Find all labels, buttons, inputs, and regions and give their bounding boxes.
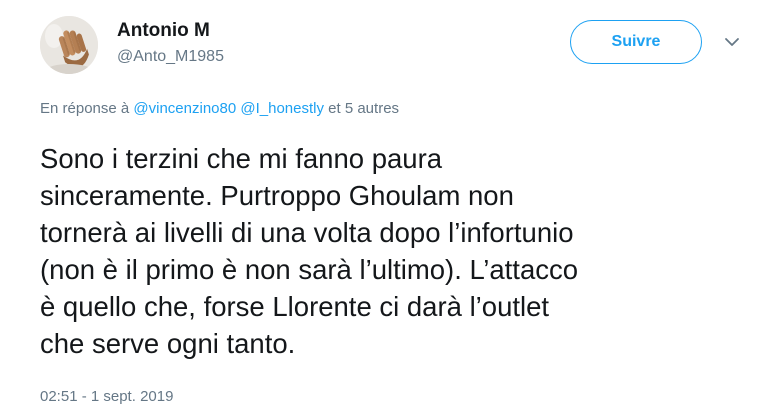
tweet-line: tornerà ai livelli di una volta dopo l’i… <box>40 217 574 248</box>
reply-prefix: En réponse à <box>40 100 130 117</box>
tweet-timestamp[interactable]: 02:51 - 1 sept. 2019 <box>40 388 173 405</box>
tweet-text: Sono i terzini che mi fanno paura sincer… <box>40 140 740 362</box>
author-name[interactable]: Antonio M <box>117 20 210 42</box>
tweet-line: (non è il primo è non sarà l’ultimo). L’… <box>40 254 579 285</box>
reply-others[interactable]: et 5 autres <box>328 100 399 117</box>
tweet-line: sinceramente. Purtroppo Ghoulam non <box>40 180 514 211</box>
mention-link[interactable]: @I_honestly <box>240 100 324 117</box>
tweet-card: Antonio M @Anto_M1985 Suivre En réponse … <box>0 0 768 405</box>
follow-button[interactable]: Suivre <box>570 20 702 64</box>
hand-avatar-icon <box>40 16 98 74</box>
tweet-line: Sono i terzini che mi fanno paura <box>40 143 443 174</box>
reply-context: En réponse à @vincenzino80 @I_honestly e… <box>40 100 399 117</box>
tweet-line: che serve ogni tanto. <box>40 328 296 359</box>
chevron-down-icon[interactable] <box>724 34 740 50</box>
avatar[interactable] <box>40 16 98 74</box>
author-handle[interactable]: @Anto_M1985 <box>117 48 224 66</box>
tweet-line: è quello che, forse Llorente ci darà l’o… <box>40 291 550 322</box>
mention-link[interactable]: @vincenzino80 <box>133 100 236 117</box>
